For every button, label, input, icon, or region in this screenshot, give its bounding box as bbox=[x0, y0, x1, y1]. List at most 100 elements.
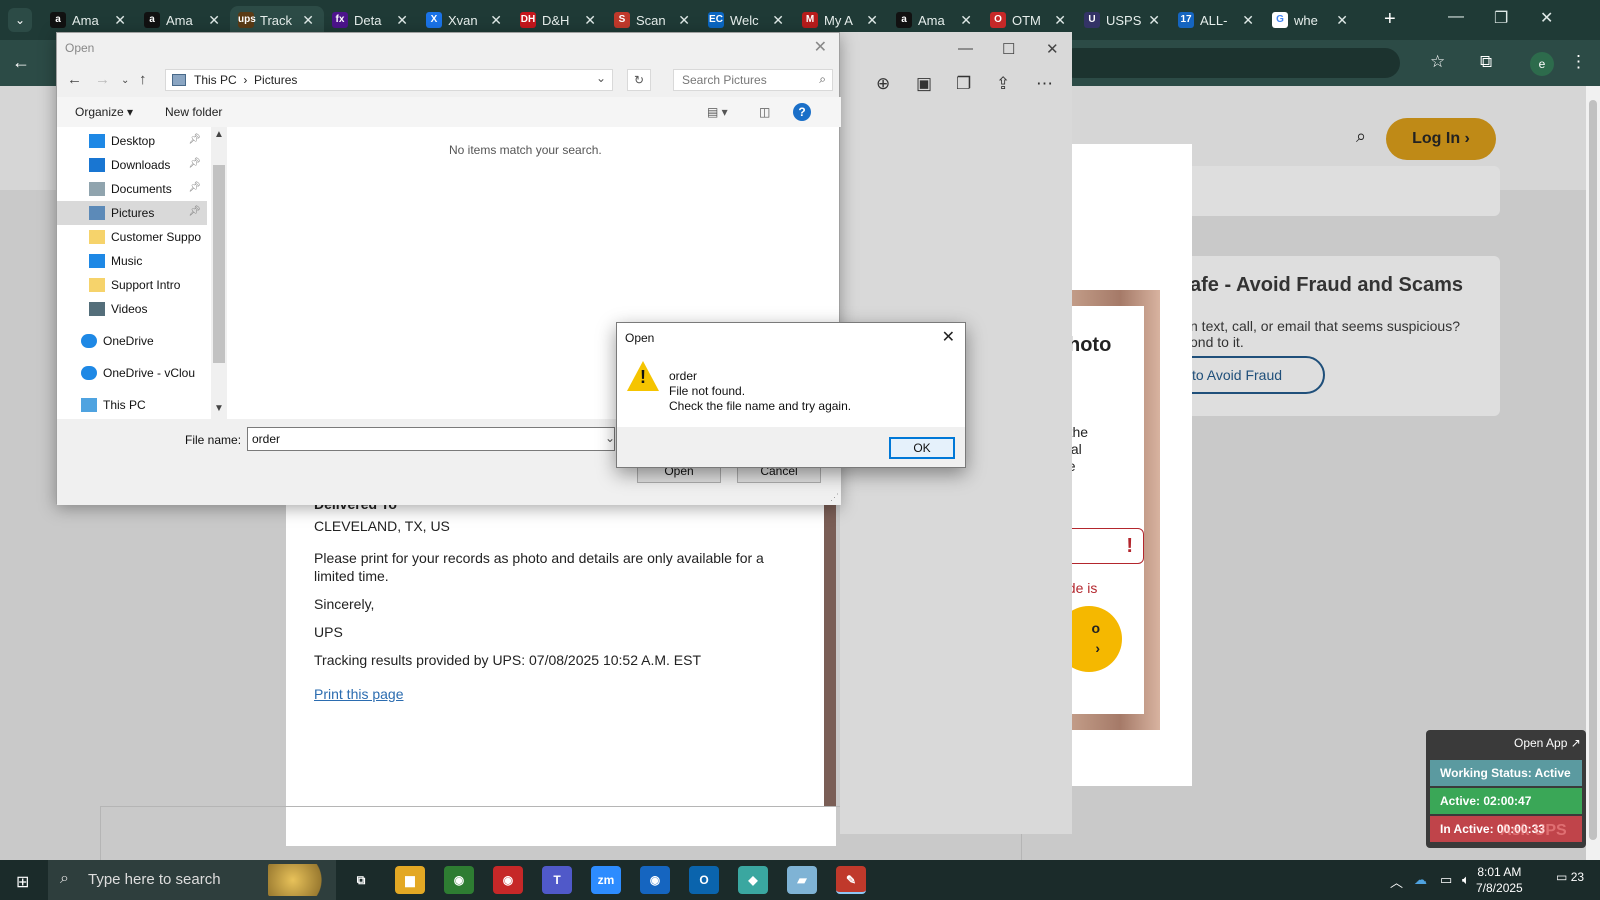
browser-tab[interactable]: a Ama ✕ bbox=[136, 6, 230, 34]
tab-close-icon[interactable]: ✕ bbox=[772, 12, 784, 29]
address-bar[interactable] bbox=[1060, 48, 1400, 78]
browser-tab[interactable]: S Scan ✕ bbox=[606, 6, 700, 34]
new-folder-button[interactable]: New folder bbox=[165, 105, 222, 119]
forward-arrow-icon[interactable]: → bbox=[95, 71, 110, 88]
nav-item[interactable]: OneDrive - vClou bbox=[57, 361, 207, 385]
notification-center-button[interactable]: ▭ 23 bbox=[1556, 870, 1584, 884]
refresh-icon[interactable]: ↻ bbox=[627, 69, 651, 91]
tab-close-icon[interactable]: ✕ bbox=[1054, 12, 1066, 29]
browser-tab[interactable]: U USPS ✕ bbox=[1076, 6, 1170, 34]
nav-scroll-thumb[interactable] bbox=[213, 165, 225, 363]
volume-icon[interactable]: 🔈︎ bbox=[1462, 872, 1470, 888]
back-arrow-icon[interactable]: ← bbox=[67, 71, 82, 88]
new-tab-button[interactable]: + bbox=[1384, 8, 1396, 31]
copy-icon[interactable]: ❐ bbox=[956, 74, 971, 94]
nav-pane-scrollbar[interactable]: ▲ ▼ bbox=[211, 127, 227, 419]
viewer-maximize-icon[interactable]: ☐ bbox=[1002, 40, 1015, 58]
ask-ups-watermark[interactable]: Ask UPS bbox=[1500, 822, 1567, 840]
site-search-icon[interactable]: ⌕ bbox=[1356, 126, 1366, 147]
save-icon[interactable]: ▣ bbox=[916, 74, 932, 94]
zoom-in-icon[interactable]: ⊕ bbox=[876, 74, 890, 94]
taskbar-search[interactable]: ⌕ Type here to search bbox=[48, 860, 336, 900]
change-view-icon[interactable]: ▤ ▾ bbox=[707, 105, 728, 119]
viewer-close-icon[interactable]: ✕ bbox=[1046, 40, 1059, 58]
nav-item[interactable]: Support Intro bbox=[57, 273, 207, 297]
dialog-address-bar[interactable]: This PC › Pictures ⌄ bbox=[165, 69, 613, 91]
nav-item[interactable]: Downloads 📌︎ bbox=[57, 153, 207, 177]
print-page-link[interactable]: Print this page bbox=[314, 686, 404, 702]
windows-start-icon[interactable]: ⊞ bbox=[16, 872, 29, 892]
ups-tool-icon[interactable]: ✎ bbox=[836, 866, 866, 894]
scroll-up-icon[interactable]: ▲ bbox=[214, 129, 224, 140]
bookmark-star-icon[interactable]: ☆ bbox=[1430, 52, 1445, 72]
ok-button[interactable]: OK bbox=[889, 437, 955, 459]
tab-close-icon[interactable]: ✕ bbox=[208, 12, 220, 29]
error-input-field[interactable]: ! bbox=[1060, 528, 1144, 564]
scroll-down-icon[interactable]: ▼ bbox=[214, 403, 224, 414]
tab-search-button[interactable]: ⌄ bbox=[8, 8, 32, 32]
close-window-icon[interactable]: ✕ bbox=[1540, 8, 1553, 28]
network-icon[interactable]: ▭ bbox=[1440, 872, 1452, 888]
pin-icon[interactable]: 📌︎ bbox=[188, 134, 201, 145]
tab-close-icon[interactable]: ✕ bbox=[584, 12, 596, 29]
help-icon[interactable]: ? bbox=[793, 103, 811, 121]
breadcrumb-item[interactable]: This PC bbox=[194, 73, 237, 87]
dialog-close-icon[interactable]: ✕ bbox=[814, 37, 827, 57]
browser-tab[interactable]: a Ama ✕ bbox=[888, 6, 982, 34]
breadcrumb-item[interactable]: Pictures bbox=[254, 73, 297, 87]
tab-close-icon[interactable]: ✕ bbox=[302, 12, 314, 29]
browser-tab[interactable]: a Ama ✕ bbox=[42, 6, 136, 34]
restore-icon[interactable]: ❐ bbox=[1494, 8, 1508, 28]
show-hidden-icons-icon[interactable]: ︿ bbox=[1390, 872, 1403, 891]
app-diamond-icon[interactable]: ◆ bbox=[738, 866, 768, 894]
viewer-minimize-icon[interactable]: — bbox=[958, 40, 973, 57]
taskbar-clock[interactable]: 8:01 AM 7/8/2025 bbox=[1476, 864, 1523, 896]
filename-dropdown-icon[interactable]: ⌄ bbox=[605, 431, 615, 445]
browser-tab[interactable]: DH D&H ✕ bbox=[512, 6, 606, 34]
pin-icon[interactable]: 📌︎ bbox=[188, 158, 201, 169]
tracking-card-scrollbar[interactable] bbox=[824, 496, 836, 806]
tab-close-icon[interactable]: ✕ bbox=[866, 12, 878, 29]
profile-avatar[interactable]: e bbox=[1530, 52, 1554, 76]
error-dialog-close-icon[interactable]: ✕ bbox=[942, 327, 955, 347]
nav-item[interactable]: Documents 📌︎ bbox=[57, 177, 207, 201]
tab-close-icon[interactable]: ✕ bbox=[678, 12, 690, 29]
browser-tab[interactable]: O OTM ✕ bbox=[982, 6, 1076, 34]
minimize-icon[interactable]: — bbox=[1448, 8, 1464, 26]
notes-app-icon[interactable]: ▰ bbox=[787, 866, 817, 894]
chrome-profile-icon[interactable]: ◉ bbox=[493, 866, 523, 894]
browser-tab[interactable]: fx Deta ✕ bbox=[324, 6, 418, 34]
browser-tab[interactable]: ups Track ✕ bbox=[230, 6, 324, 34]
outlook-icon[interactable]: O bbox=[689, 866, 719, 894]
back-icon[interactable]: ← bbox=[12, 52, 30, 73]
tab-close-icon[interactable]: ✕ bbox=[1336, 12, 1348, 29]
address-dropdown-icon[interactable]: ⌄ bbox=[596, 71, 606, 85]
file-explorer-icon[interactable]: ▆ bbox=[395, 866, 425, 894]
nav-item[interactable]: Pictures 📌︎ bbox=[57, 201, 207, 225]
nav-item[interactable]: This PC bbox=[57, 393, 207, 417]
chrome-icon[interactable]: ◉ bbox=[444, 866, 474, 894]
share-icon[interactable]: ⇪ bbox=[996, 74, 1010, 94]
pin-icon[interactable]: 📌︎ bbox=[188, 206, 201, 217]
tab-close-icon[interactable]: ✕ bbox=[114, 12, 126, 29]
up-folder-icon[interactable]: ↑ bbox=[139, 71, 147, 88]
login-button[interactable]: Log In › bbox=[1386, 118, 1496, 160]
page-scrollbar-thumb[interactable] bbox=[1589, 100, 1597, 840]
tab-close-icon[interactable]: ✕ bbox=[1242, 12, 1254, 29]
organize-button[interactable]: Organize ▾ bbox=[75, 105, 133, 119]
nav-item[interactable]: Customer Suppo bbox=[57, 225, 207, 249]
tab-close-icon[interactable]: ✕ bbox=[490, 12, 502, 29]
zoom-icon[interactable]: zm bbox=[591, 866, 621, 894]
dialog-search-input[interactable]: Search Pictures ⌕ bbox=[673, 69, 833, 91]
recent-locations-icon[interactable]: ⌄ bbox=[121, 75, 129, 86]
tab-close-icon[interactable]: ✕ bbox=[396, 12, 408, 29]
open-app-link[interactable]: Open App ↗ bbox=[1514, 736, 1581, 750]
task-view-icon[interactable]: ⧉ bbox=[346, 866, 376, 894]
browser-tab[interactable]: M My A ✕ bbox=[794, 6, 888, 34]
nav-item[interactable]: Videos bbox=[57, 297, 207, 321]
page-scrollbar[interactable] bbox=[1586, 86, 1600, 860]
extensions-icon[interactable]: ⧉ bbox=[1480, 52, 1492, 72]
nav-item[interactable]: Music bbox=[57, 249, 207, 273]
browser-tab[interactable]: Gwhe ✕ bbox=[1264, 6, 1358, 34]
search-highlight-image[interactable] bbox=[268, 864, 330, 896]
